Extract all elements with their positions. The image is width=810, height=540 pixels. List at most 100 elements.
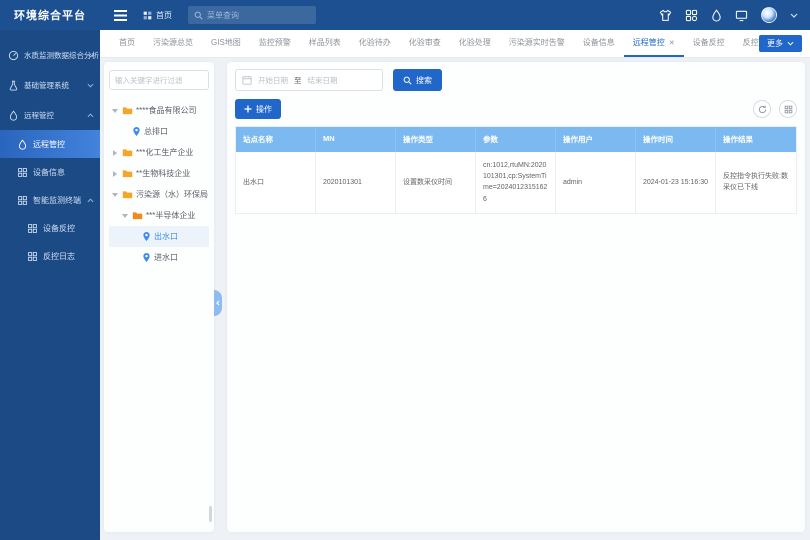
tab-home[interactable]: 首页 <box>110 30 144 57</box>
sidebar-item-label: 远程管控 <box>33 139 65 150</box>
more-tabs-button[interactable]: 更多 <box>759 35 802 52</box>
site-tree-panel: ****食品有限公司 总排口 ***化工生产企业 **生物科技企业 污染源（水） <box>104 62 214 532</box>
sidebar-item-label: 反控日志 <box>43 251 75 262</box>
app-title: 环境综合平台 <box>0 7 100 23</box>
sidebar-item-remote-control-sub[interactable]: 远程管控 <box>0 130 100 158</box>
column-header-time: 操作时间 <box>636 127 716 152</box>
tab-label: 化验处理 <box>459 37 491 48</box>
tab-label: 污染源总览 <box>153 37 193 48</box>
range-separator: 至 <box>294 75 302 86</box>
grid-icon <box>27 251 38 262</box>
tab-monitor-alert[interactable]: 监控预警 <box>250 30 300 57</box>
sidebar-item-water-analysis[interactable]: 水质监测数据综合分析 <box>0 40 100 70</box>
folder-icon <box>122 169 133 178</box>
sidebar-item-reverse-control-log[interactable]: 反控日志 <box>0 242 100 270</box>
tab-gis-map[interactable]: GIS地图 <box>202 30 250 57</box>
tree-node-water-bureau[interactable]: 污染源（水）环保局 <box>109 184 209 205</box>
sidebar-item-label: 远程管控 <box>24 110 54 121</box>
map-pin-icon <box>132 126 141 137</box>
tab-lab-todo[interactable]: 化验待办 <box>350 30 400 57</box>
tree-scrollbar[interactable] <box>209 506 212 522</box>
folder-icon <box>122 106 133 115</box>
sidebar-item-device-info[interactable]: 设备信息 <box>0 158 100 186</box>
hamburger-menu-icon[interactable] <box>114 10 127 21</box>
tab-device-info[interactable]: 设备信息 <box>574 30 624 57</box>
cell-site: 出水口 <box>236 152 316 214</box>
tab-remote-control[interactable]: 远程管控 ✕ <box>624 30 684 57</box>
chevron-down-icon <box>87 83 94 88</box>
operate-button[interactable]: 操作 <box>235 99 281 119</box>
tab-close-icon[interactable]: ✕ <box>669 39 675 47</box>
theme-shirt-icon[interactable] <box>659 9 672 22</box>
sidebar-item-smart-terminal[interactable]: 智能监测终端 <box>0 186 100 214</box>
user-avatar[interactable] <box>761 7 777 23</box>
tree-node-label: ***半导体企业 <box>146 210 195 221</box>
tree-node-label: ***化工生产企业 <box>136 147 193 158</box>
tree-node-label: **生物科技企业 <box>136 168 190 179</box>
sidebar-item-remote-control[interactable]: 远程管控 <box>0 100 100 130</box>
home-label: 首页 <box>156 10 172 21</box>
cell-user: admin <box>556 152 636 214</box>
chevron-left-icon <box>216 300 220 306</box>
search-button[interactable]: 搜索 <box>393 69 442 91</box>
table-header-row: 站点名称 MN 操作类型 参数 操作用户 操作时间 操作结果 <box>236 127 796 152</box>
sidebar-item-label: 基础管理系统 <box>24 80 69 91</box>
caret-icon <box>111 149 119 157</box>
column-header-site: 站点名称 <box>236 127 316 152</box>
calendar-icon <box>242 75 252 85</box>
tab-sample-list[interactable]: 样品列表 <box>300 30 350 57</box>
flame-icon[interactable] <box>711 9 722 22</box>
sidebar-item-label: 智能监测终端 <box>33 195 81 206</box>
tree-node-food-company[interactable]: ****食品有限公司 <box>109 100 209 121</box>
menu-search-input[interactable] <box>207 11 310 20</box>
folder-icon <box>122 190 133 199</box>
caret-icon <box>111 191 119 199</box>
tree-node-label: 出水口 <box>154 231 178 242</box>
tab-lab-review[interactable]: 化验审查 <box>400 30 450 57</box>
date-range-picker[interactable]: 开始日期 至 结束日期 <box>235 69 383 91</box>
tree-node-main-outlet[interactable]: 总排口 <box>109 121 209 142</box>
workspace: ****食品有限公司 总排口 ***化工生产企业 **生物科技企业 污染源（水） <box>100 58 810 540</box>
tree-node-outlet[interactable]: 出水口 <box>109 226 209 247</box>
cell-params: cn:1012,rtuMN:2020101301,cp:SystemTime=2… <box>476 152 556 214</box>
tree-node-biotech-company[interactable]: **生物科技企业 <box>109 163 209 184</box>
tab-realtime-alarm[interactable]: 污染源实时告警 <box>500 30 574 57</box>
operation-log-table: 站点名称 MN 操作类型 参数 操作用户 操作时间 操作结果 出水口 20201… <box>235 126 797 214</box>
sidebar-item-device-reverse-control[interactable]: 设备反控 <box>0 214 100 242</box>
tab-label: 首页 <box>119 37 135 48</box>
column-header-operation-type: 操作类型 <box>396 127 476 152</box>
tree-node-chemical-company[interactable]: ***化工生产企业 <box>109 142 209 163</box>
more-label: 更多 <box>767 38 783 49</box>
tab-label: 远程管控 <box>633 37 665 48</box>
tab-label: 设备信息 <box>583 37 615 48</box>
user-menu-chevron-down-icon[interactable] <box>790 13 798 18</box>
panel-collapse-handle[interactable] <box>214 290 222 316</box>
tree-node-inlet[interactable]: 进水口 <box>109 247 209 268</box>
table-row[interactable]: 出水口 2020101301 设置数采仪时间 cn:1012,rtuMN:202… <box>236 152 796 214</box>
home-button[interactable]: 首页 <box>143 10 172 21</box>
column-settings-button[interactable] <box>779 100 797 118</box>
tab-lab-process[interactable]: 化验处理 <box>450 30 500 57</box>
caret-icon <box>121 212 129 220</box>
cell-operation-type: 设置数采仪时间 <box>396 152 476 214</box>
search-icon <box>403 76 412 85</box>
caret-icon <box>111 107 119 115</box>
refresh-button[interactable] <box>753 100 771 118</box>
grid-icon <box>27 223 38 234</box>
tab-device-reverse-control[interactable]: 设备反控 <box>684 30 734 57</box>
apps-layout-icon[interactable] <box>685 9 698 22</box>
column-header-result: 操作结果 <box>716 127 796 152</box>
tab-label: 设备反控 <box>693 37 725 48</box>
filter-row: 开始日期 至 结束日期 搜索 <box>235 69 797 91</box>
tree-filter-input[interactable] <box>109 70 209 90</box>
tab-label: GIS地图 <box>211 37 241 48</box>
tree-node-semiconductor-company[interactable]: ***半导体企业 <box>109 205 209 226</box>
sidebar-item-base-management[interactable]: 基础管理系统 <box>0 70 100 100</box>
map-pin-icon <box>142 252 151 263</box>
fullscreen-monitor-icon[interactable] <box>735 9 748 22</box>
menu-search-box[interactable] <box>188 6 316 24</box>
start-date-placeholder: 开始日期 <box>258 75 288 86</box>
tab-pollution-overview[interactable]: 污染源总览 <box>144 30 202 57</box>
header-actions <box>659 7 810 23</box>
flask-icon <box>8 80 19 91</box>
